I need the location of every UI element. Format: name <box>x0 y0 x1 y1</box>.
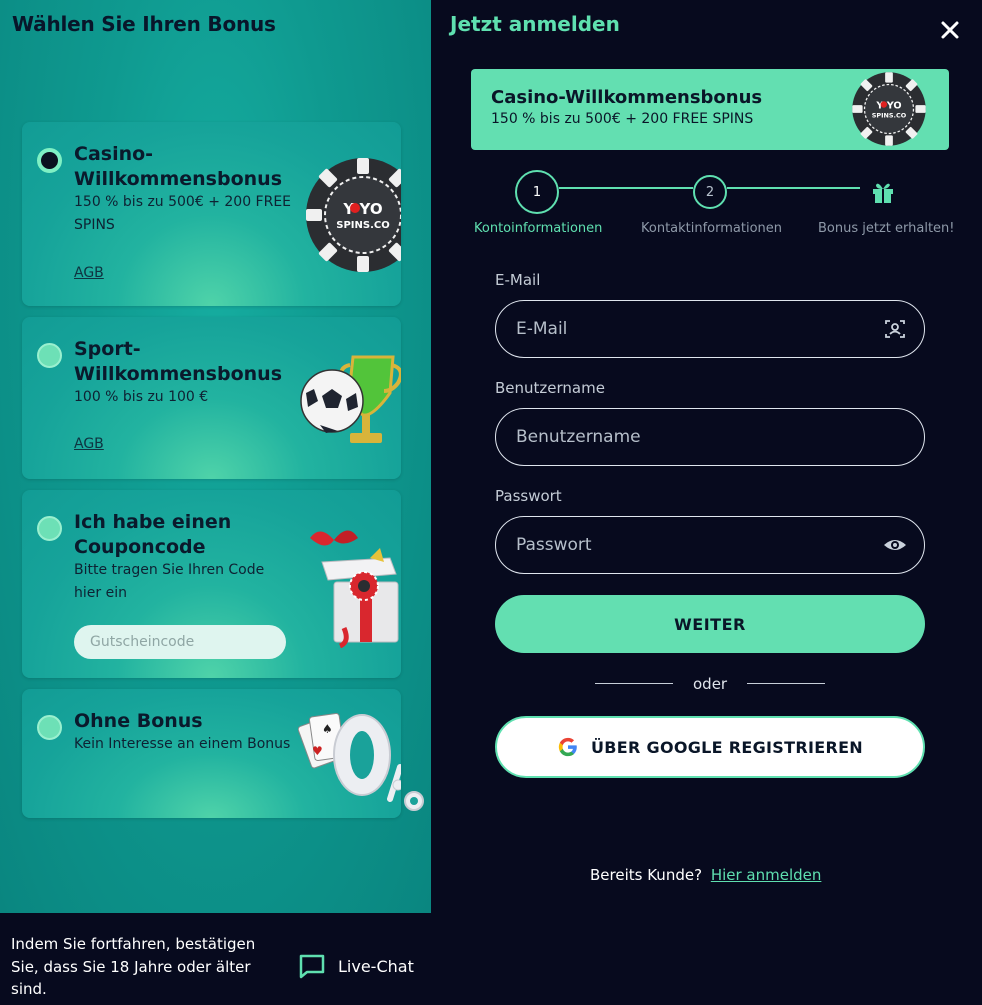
left-footer: Indem Sie fortfahren, bestätigen Sie, da… <box>0 913 431 1005</box>
chat-bubble-icon <box>299 954 325 979</box>
bonus-panel-title: Wählen Sie Ihren Bonus <box>12 12 276 36</box>
already-customer-text: Bereits Kunde? <box>590 866 703 884</box>
or-text: oder <box>693 675 728 693</box>
banner-chip-image: Y YO SPINS.CO <box>852 72 926 146</box>
card-title: Ich habe einen Couponcode <box>74 511 232 558</box>
chip-logo-subtext: SPINS.CO <box>336 220 389 231</box>
svg-text:♠: ♠ <box>322 722 333 736</box>
agb-link[interactable]: AGB <box>74 265 104 281</box>
close-icon[interactable] <box>938 18 962 42</box>
chip-logo-subtext: SPINS.CO <box>872 111 907 119</box>
card-title: Ohne Bonus <box>74 710 203 732</box>
step-3-label: Bonus jetzt erhalten! <box>818 221 955 236</box>
bonus-card-casino[interactable]: Casino-Willkommensbonus 150 % bis zu 500… <box>22 122 401 306</box>
card-desc: 150 % bis zu 500€ + 200 FREE SPINS <box>74 194 292 233</box>
live-chat-label: Live-Chat <box>338 956 414 976</box>
age-confirmation-text: Indem Sie fortfahren, bestätigen Sie, da… <box>11 935 256 998</box>
zero-percent-image: ♠ ♥ <box>298 713 401 802</box>
banner-desc: 150 % bis zu 500€ + 200 FREE SPINS <box>491 111 754 127</box>
contact-card-icon[interactable] <box>883 317 907 341</box>
radio-casino[interactable] <box>37 148 62 173</box>
stepper-line <box>727 187 860 189</box>
coupon-code-input[interactable] <box>74 625 286 659</box>
divider-right <box>747 683 825 684</box>
signup-title: Jetzt anmelden <box>450 12 620 36</box>
registration-modal: Wählen Sie Ihren Bonus Casino-Willkommen… <box>0 0 982 1005</box>
stepper-line <box>559 187 693 189</box>
live-chat-button[interactable]: Live-Chat <box>298 953 414 979</box>
zero-percent-dot <box>398 785 428 815</box>
already-customer: Bereits Kunde? Hier anmelden <box>590 866 821 884</box>
card-desc: Bitte tragen Sie Ihren Code hier ein <box>74 562 265 601</box>
agb-link[interactable]: AGB <box>74 436 104 452</box>
card-title: Casino-Willkommensbonus <box>74 143 283 190</box>
selected-bonus-banner: Casino-Willkommensbonus 150 % bis zu 500… <box>471 69 949 150</box>
banner-title: Casino-Willkommensbonus <box>491 87 763 108</box>
google-register-button[interactable]: ÜBER GOOGLE REGISTRIEREN <box>495 716 925 778</box>
weiter-button[interactable]: WEITER <box>495 595 925 653</box>
chip-logo-text: Y YO <box>342 200 382 218</box>
casino-chip-image: Y YO SPINS.CO <box>306 158 401 272</box>
login-link[interactable]: Hier anmelden <box>711 866 822 884</box>
bonus-card-sport[interactable]: Sport-Willkommensbonus 100 % bis zu 100 … <box>22 317 401 479</box>
gift-box-image <box>310 530 399 648</box>
google-icon <box>558 737 577 757</box>
email-input[interactable] <box>495 300 925 358</box>
svg-text:♥: ♥ <box>312 744 323 758</box>
radio-coupon[interactable] <box>37 516 62 541</box>
card-desc: Kein Interesse an einem Bonus <box>74 736 291 752</box>
step-1-circle: 1 <box>515 170 559 214</box>
username-input[interactable] <box>495 408 925 466</box>
gift-icon <box>873 183 893 203</box>
card-title: Sport-Willkommensbonus <box>74 338 283 385</box>
email-label: E-Mail <box>495 271 541 289</box>
username-label: Benutzername <box>495 379 605 397</box>
password-label: Passwort <box>495 487 562 505</box>
radio-sport[interactable] <box>37 343 62 368</box>
password-input[interactable] <box>495 516 925 574</box>
step-1-label: Kontoinformationen <box>474 221 603 236</box>
card-desc: 100 % bis zu 100 € <box>74 389 209 405</box>
bonus-card-coupon[interactable]: Ich habe einen Couponcode Bitte tragen S… <box>22 490 401 678</box>
bonus-selection-panel: Wählen Sie Ihren Bonus Casino-Willkommen… <box>0 0 431 913</box>
eye-icon[interactable] <box>883 533 907 557</box>
step-2-label: Kontaktinformationen <box>641 221 783 236</box>
radio-none[interactable] <box>37 715 62 740</box>
chip-logo-text: Y YO <box>875 100 901 111</box>
bonus-card-none[interactable]: Ohne Bonus Kein Interesse an einem Bonus… <box>22 689 401 818</box>
trophy-ball-image <box>300 355 401 443</box>
step-2-circle: 2 <box>693 175 727 209</box>
google-register-label: ÜBER GOOGLE REGISTRIEREN <box>591 737 863 757</box>
divider-left <box>595 683 673 684</box>
